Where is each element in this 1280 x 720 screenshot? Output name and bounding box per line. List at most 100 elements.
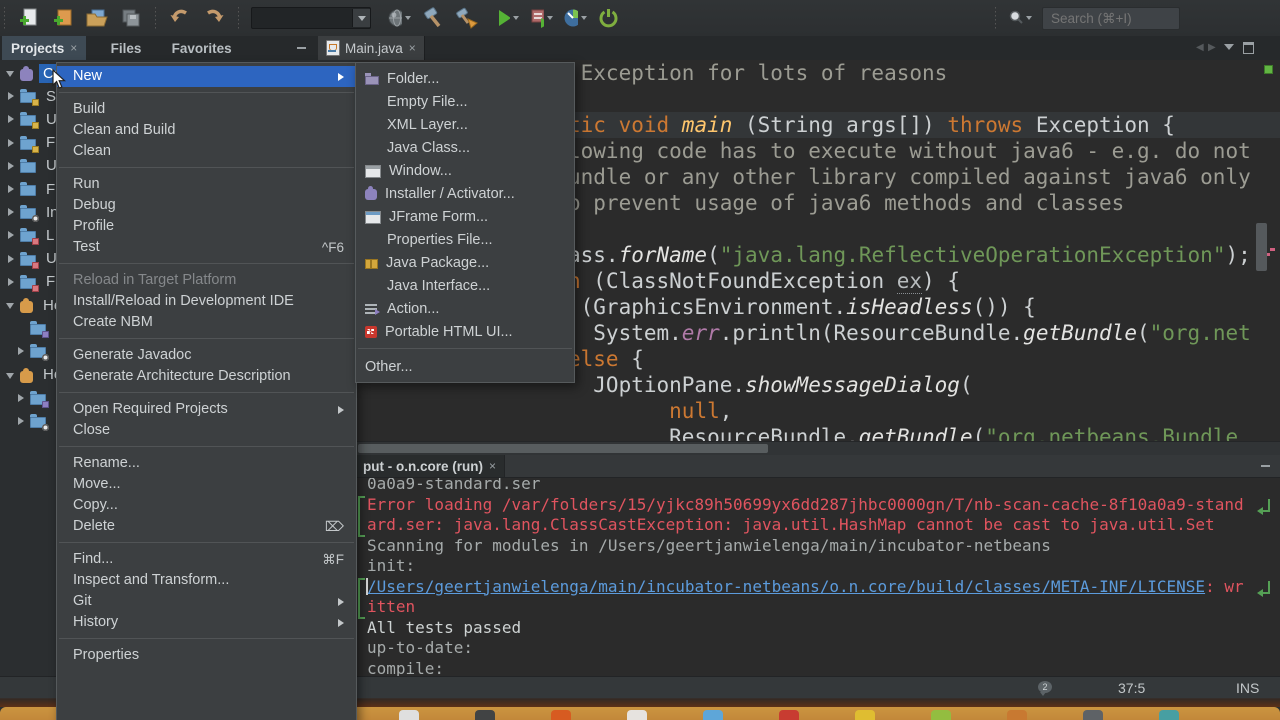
menu-item-find[interactable]: Find...⌘F <box>57 549 356 570</box>
debug-dropdown-caret[interactable] <box>547 16 553 20</box>
tree-item-in-6[interactable]: In <box>6 201 63 223</box>
profile-icon[interactable] <box>563 6 587 30</box>
menu-item-close[interactable]: Close <box>57 420 356 441</box>
menu-item-move[interactable]: Move... <box>57 474 356 495</box>
menu-item-generate-architecture-description[interactable]: Generate Architecture Description <box>57 366 356 387</box>
menu-item-git[interactable]: Git <box>57 591 356 612</box>
submenu-item-java-class[interactable]: Java Class... <box>356 136 574 159</box>
tab-list-dropdown-icon[interactable] <box>1224 44 1234 50</box>
save-all-icon[interactable] <box>119 6 143 30</box>
tree-expand-arrow[interactable] <box>6 207 18 217</box>
tree-item-u-4[interactable]: U <box>6 155 61 177</box>
maximize-window-icon[interactable] <box>1243 42 1254 54</box>
submenu-item-other[interactable]: Other... <box>356 355 574 378</box>
tree-expand-arrow[interactable] <box>6 300 18 310</box>
output-tab[interactable]: put - o.n.core (run) × <box>355 455 505 477</box>
submenu-item-action[interactable]: Action... <box>356 297 574 320</box>
tree-item-l-7[interactable]: L <box>6 224 58 246</box>
menu-item-build[interactable]: Build <box>57 99 356 120</box>
notifications-icon[interactable]: 2 <box>1038 681 1052 693</box>
submenu-item-java-interface[interactable]: Java Interface... <box>356 274 574 297</box>
new-project-icon[interactable] <box>51 6 75 30</box>
undo-icon[interactable] <box>168 6 192 30</box>
tree-expand-arrow[interactable] <box>6 230 18 240</box>
tab-main-java[interactable]: Main.java × <box>318 36 425 60</box>
tree-expand-arrow[interactable] <box>6 114 18 124</box>
tree-expand-arrow[interactable] <box>6 277 18 287</box>
submenu-item-java-package[interactable]: Java Package... <box>356 251 574 274</box>
tree-item-f-5[interactable]: F <box>6 178 59 200</box>
editor-vertical-scrollbar[interactable] <box>1256 223 1267 271</box>
scrollbar-thumb[interactable] <box>358 444 768 453</box>
menu-item-debug[interactable]: Debug <box>57 195 356 216</box>
tab-scroll-left-icon[interactable]: ◀ <box>1196 42 1204 53</box>
tree-item-f-9[interactable]: F <box>6 271 59 293</box>
submenu-item-properties-file[interactable]: Properties File... <box>356 228 574 251</box>
debug-icon[interactable] <box>529 6 553 30</box>
run-dropdown-caret[interactable] <box>513 16 519 20</box>
error-stripe-mark[interactable] <box>1270 248 1275 251</box>
menu-item-open-required-projects[interactable]: Open Required Projects <box>57 399 356 420</box>
menu-item-clean[interactable]: Clean <box>57 141 356 162</box>
search-input[interactable] <box>1049 10 1173 27</box>
submenu-item-folder[interactable]: Folder... <box>356 67 574 90</box>
tree-expand-arrow[interactable] <box>6 138 18 148</box>
tab-favorites[interactable]: Favorites <box>163 36 241 60</box>
menu-item-properties[interactable]: Properties <box>57 645 356 666</box>
tree-expand-arrow[interactable] <box>16 416 28 426</box>
search-scope-caret[interactable] <box>1026 16 1032 20</box>
menu-item-profile[interactable]: Profile <box>57 216 356 237</box>
tree-expand-arrow[interactable] <box>6 184 18 194</box>
tab-projects[interactable]: Projects× <box>2 36 86 60</box>
tree-expand-arrow[interactable] <box>6 68 18 78</box>
tree-item-u-8[interactable]: U <box>6 248 61 270</box>
tab-files[interactable]: Files <box>102 36 151 60</box>
menu-item-new[interactable]: New <box>57 66 356 87</box>
menu-item-delete[interactable]: Delete⌦ <box>57 516 356 537</box>
submenu-item-portable-html-ui[interactable]: Portable HTML UI... <box>356 320 574 343</box>
menu-item-run[interactable]: Run <box>57 174 356 195</box>
new-file-icon[interactable] <box>17 6 41 30</box>
tree-item-u-2[interactable]: U <box>6 108 61 130</box>
minimize-output-icon[interactable] <box>1261 465 1270 467</box>
submenu-item-empty-file[interactable]: Empty File... <box>356 90 574 113</box>
redo-icon[interactable] <box>202 6 226 30</box>
deploy-dropdown-caret[interactable] <box>405 16 411 20</box>
tab-scroll-right-icon[interactable]: ▶ <box>1208 42 1216 53</box>
submenu-item-jframe-form[interactable]: JFrame Form... <box>356 205 574 228</box>
menu-item-history[interactable]: History <box>57 612 356 633</box>
output-tab-close-icon[interactable]: × <box>489 459 496 473</box>
minimize-panel-icon[interactable] <box>297 47 306 49</box>
profile-dropdown-caret[interactable] <box>581 16 587 20</box>
submenu-item-window[interactable]: Window... <box>356 159 574 182</box>
tree-expand-arrow[interactable] <box>6 161 18 171</box>
menu-item-inspect-and-transform[interactable]: Inspect and Transform... <box>57 570 356 591</box>
tree-expand-arrow[interactable] <box>16 346 28 356</box>
tab-close-icon[interactable]: × <box>409 41 416 55</box>
build-hammer-icon[interactable] <box>421 6 445 30</box>
tree-expand-arrow[interactable] <box>6 254 18 264</box>
search-scope-icon[interactable] <box>1008 6 1032 30</box>
open-project-icon[interactable] <box>85 6 109 30</box>
editor-horizontal-scrollbar[interactable] <box>355 441 1280 455</box>
tree-expand-arrow[interactable] <box>6 370 18 380</box>
run-icon[interactable] <box>495 6 519 30</box>
clean-build-hammer-icon[interactable] <box>455 6 479 30</box>
menu-item-rename[interactable]: Rename... <box>57 453 356 474</box>
menu-item-test[interactable]: Test^F6 <box>57 237 356 258</box>
quick-search-box[interactable] <box>1042 7 1180 30</box>
submenu-item-xml-layer[interactable]: XML Layer... <box>356 113 574 136</box>
submenu-item-installer-activator[interactable]: Installer / Activator... <box>356 182 574 205</box>
deploy-globe-icon[interactable] <box>387 6 411 30</box>
stop-icon[interactable] <box>597 6 621 30</box>
menu-item-generate-javadoc[interactable]: Generate Javadoc <box>57 345 356 366</box>
combobox-arrow-icon[interactable] <box>352 9 370 27</box>
tree-expand-arrow[interactable] <box>16 393 28 403</box>
menu-item-install-reload-in-development-ide[interactable]: Install/Reload in Development IDE <box>57 291 356 312</box>
project-config-combobox[interactable] <box>251 7 371 29</box>
tree-expand-arrow[interactable] <box>6 91 18 101</box>
tree-item-f-3[interactable]: F <box>6 132 59 154</box>
menu-item-copy[interactable]: Copy... <box>57 495 356 516</box>
menu-item-clean-and-build[interactable]: Clean and Build <box>57 120 356 141</box>
menu-item-create-nbm[interactable]: Create NBM <box>57 312 356 333</box>
